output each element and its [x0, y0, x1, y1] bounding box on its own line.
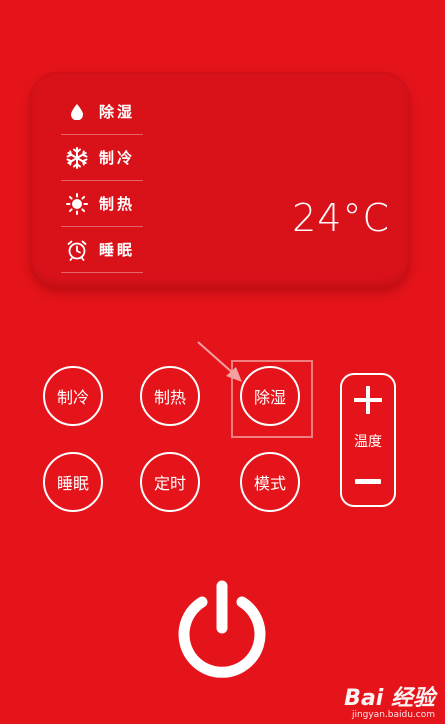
mode-indicator-cool: 制冷 [61, 135, 143, 181]
power-icon [178, 580, 266, 678]
mode-label: 睡眠 [99, 241, 136, 259]
mode-label: 制冷 [99, 149, 136, 167]
remote-control-screen: 除湿 制冷 制热 睡眠 24°C 制冷 制热 除湿 睡眠 定时 模式 温度 Ba… [0, 0, 445, 724]
sun-icon [63, 192, 91, 216]
temperature-rocker: 温度 [340, 373, 396, 507]
watermark-brand: Bai 经验 [344, 686, 435, 711]
pointer-arrow-icon [197, 341, 242, 382]
mode-indicator-sleep: 睡眠 [61, 227, 143, 273]
minus-icon [355, 479, 381, 484]
alarm-clock-icon [63, 238, 91, 262]
temperature-readout: 24°C [292, 196, 390, 240]
mode-label: 除湿 [99, 103, 136, 121]
power-button[interactable] [172, 578, 272, 678]
plus-icon [354, 386, 382, 414]
sleep-button[interactable]: 睡眠 [43, 452, 103, 512]
mode-indicator-dehumidify: 除湿 [61, 89, 143, 135]
water-drop-icon [63, 100, 91, 124]
watermark-url: jingyan.baidu.com [351, 710, 435, 720]
timer-button[interactable]: 定时 [140, 452, 200, 512]
cool-button[interactable]: 制冷 [43, 366, 103, 426]
mode-button[interactable]: 模式 [240, 452, 300, 512]
temp-up-button[interactable] [353, 383, 383, 417]
mode-indicator-list: 除湿 制冷 制热 睡眠 [61, 89, 143, 273]
mode-indicator-heat: 制热 [61, 181, 143, 227]
mode-label: 制热 [99, 195, 136, 213]
temperature-label: 温度 [354, 434, 382, 450]
status-display-panel: 除湿 制冷 制热 睡眠 24°C [30, 72, 410, 287]
snowflake-icon [63, 146, 91, 170]
baidu-watermark: Bai 经验 jingyan.baidu.com [344, 680, 435, 720]
heat-button[interactable]: 制热 [140, 366, 200, 426]
temp-down-button[interactable] [353, 467, 383, 497]
